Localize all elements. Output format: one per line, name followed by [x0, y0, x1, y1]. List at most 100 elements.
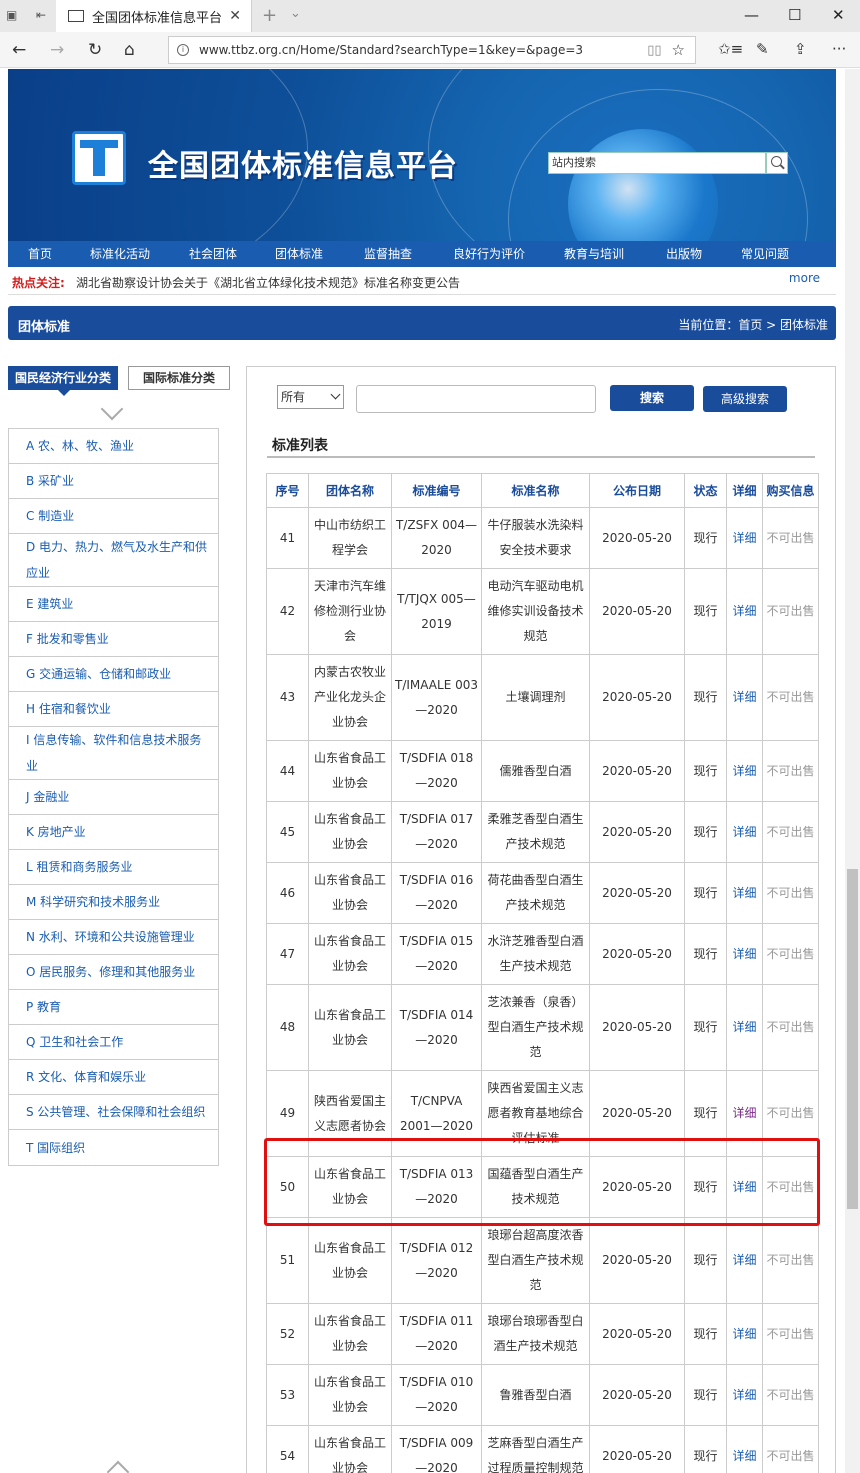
publish-date: 2020-05-20 [589, 862, 685, 924]
detail-link[interactable]: 详细 [726, 1217, 763, 1304]
breadcrumb[interactable]: 当前位置：首页 > 团体标准 [678, 316, 828, 333]
site-logo-icon[interactable] [72, 131, 126, 185]
category-item[interactable]: H 住宿和餐饮业 [9, 692, 218, 727]
detail-link[interactable]: 详细 [726, 654, 763, 741]
nav-group-standards[interactable]: 团体标准 [258, 241, 340, 267]
reading-view-icon[interactable]: ▯▯ [647, 43, 661, 58]
nav-home[interactable]: 首页 [8, 241, 72, 267]
publish-date: 2020-05-20 [589, 801, 685, 863]
detail-link[interactable]: 详细 [726, 740, 763, 802]
chevron-down-icon[interactable] [100, 397, 124, 421]
tab-actions-icon[interactable]: ▣ [6, 8, 24, 22]
forward-icon[interactable]: → [50, 40, 64, 60]
favorite-star-icon[interactable]: ☆ [672, 41, 685, 59]
pen-icon[interactable]: ✎ [756, 40, 769, 58]
search-button[interactable]: 搜索 [610, 385, 694, 411]
advanced-search-button[interactable]: 高级搜索 [703, 386, 787, 412]
category-item[interactable]: A 农、林、牧、渔业 [9, 429, 218, 464]
detail-link[interactable]: 详细 [726, 984, 763, 1071]
back-icon[interactable]: ← [12, 40, 26, 60]
org-name: 山东省食品工业协会 [308, 1156, 392, 1218]
browser-tab[interactable]: 全国团体标准信息平台 ✕ [56, 0, 252, 32]
scrollbar-thumb[interactable] [847, 869, 858, 1209]
detail-link[interactable]: 详细 [726, 1425, 763, 1473]
detail-link[interactable]: 详细 [726, 507, 763, 569]
status: 现行 [684, 654, 727, 741]
purchase-info: 不可出售 [762, 1156, 819, 1218]
site-search-input[interactable]: 站内搜索 [548, 152, 766, 174]
refresh-icon[interactable]: ↻ [88, 40, 102, 60]
share-icon[interactable]: ⇪ [794, 40, 807, 58]
detail-link[interactable]: 详细 [726, 1303, 763, 1365]
nav-publications[interactable]: 出版物 [646, 241, 722, 267]
detail-link[interactable]: 详细 [726, 862, 763, 924]
table-row: 52 山东省食品工业协会 T/SDFIA 011—2020 琅琊台琅琊香型白酒生产技术… [266, 1303, 819, 1365]
category-item[interactable]: O 居民服务、修理和其他服务业 [9, 955, 218, 990]
tab-close-icon[interactable]: ✕ [229, 8, 241, 24]
minimize-icon[interactable]: — [744, 6, 759, 24]
standard-name: 儒雅香型白酒 [481, 740, 590, 802]
favorites-list-icon[interactable]: ✩≡ [718, 40, 743, 58]
page-scrollbar[interactable] [845, 69, 860, 1473]
close-window-icon[interactable]: ✕ [832, 6, 845, 24]
col-header: 状态 [684, 473, 727, 508]
home-icon[interactable]: ⌂ [124, 40, 135, 60]
url-field[interactable]: i www.ttbz.org.cn/Home/Standard?searchTy… [168, 36, 696, 64]
publish-date: 2020-05-20 [589, 1156, 685, 1218]
table-row: 44 山东省食品工业协会 T/SDFIA 018—2020 儒雅香型白酒 2020-05… [266, 740, 819, 802]
category-item[interactable]: J 金融业 [9, 780, 218, 815]
nav-standardization[interactable]: 标准化活动 [72, 241, 168, 267]
nav-social-groups[interactable]: 社会团体 [168, 241, 258, 267]
category-item[interactable]: K 房地产业 [9, 815, 218, 850]
more-menu-icon[interactable]: ··· [832, 40, 846, 58]
site-info-icon[interactable]: i [177, 44, 189, 56]
org-name: 内蒙古农牧业产业化龙头企业协会 [308, 654, 392, 741]
category-item[interactable]: R 文化、体育和娱乐业 [9, 1060, 218, 1095]
new-tab-icon[interactable]: + [262, 5, 277, 26]
category-item[interactable]: F 批发和零售业 [9, 622, 218, 657]
detail-link[interactable]: 详细 [726, 568, 763, 655]
category-item[interactable]: S 公共管理、社会保障和社会组织 [9, 1095, 218, 1130]
purchase-info: 不可出售 [762, 1364, 819, 1426]
detail-link[interactable]: 详细 [726, 1364, 763, 1426]
category-item[interactable]: B 采矿业 [9, 464, 218, 499]
category-item[interactable]: M 科学研究和技术服务业 [9, 885, 218, 920]
more-link[interactable]: more [789, 271, 820, 285]
row-index: 53 [266, 1364, 309, 1426]
maximize-icon[interactable]: ☐ [788, 6, 801, 24]
category-item[interactable]: D 电力、热力、燃气及水生产和供应业 [9, 534, 218, 587]
category-item[interactable]: E 建筑业 [9, 587, 218, 622]
tab-dropdown-icon[interactable]: ⌄ [290, 6, 301, 21]
nav-faq[interactable]: 常见问题 [722, 241, 808, 267]
detail-link[interactable]: 详细 [726, 1156, 763, 1218]
detail-link[interactable]: 详细 [726, 923, 763, 985]
detail-link[interactable]: 详细 [726, 801, 763, 863]
org-name: 陕西省爱国主义志愿者协会 [308, 1070, 392, 1157]
tab-international-standard[interactable]: 国际标准分类 [128, 366, 230, 390]
url-text[interactable]: www.ttbz.org.cn/Home/Standard?searchType… [199, 43, 647, 57]
category-item[interactable]: Q 卫生和社会工作 [9, 1025, 218, 1060]
category-item[interactable]: C 制造业 [9, 499, 218, 534]
tab-back-icon[interactable]: ⇤ [36, 8, 54, 22]
site-search-button[interactable] [766, 152, 788, 174]
row-index: 51 [266, 1217, 309, 1304]
hot-news-link[interactable]: 湖北省勘察设计协会关于《湖北省立体绿化技术规范》标准名称变更公告 [76, 274, 460, 291]
category-item[interactable]: I 信息传输、软件和信息技术服务业 [9, 727, 218, 780]
standard-code: T/SDFIA 017—2020 [391, 801, 482, 863]
nav-education[interactable]: 教育与培训 [542, 241, 646, 267]
category-item[interactable]: G 交通运输、仓储和邮政业 [9, 657, 218, 692]
tab-title: 全国团体标准信息平台 [92, 10, 223, 26]
category-item[interactable]: N 水利、环境和公共设施管理业 [9, 920, 218, 955]
nav-supervision[interactable]: 监督抽查 [340, 241, 436, 267]
detail-link[interactable]: 详细 [726, 1070, 763, 1157]
table-row: 48 山东省食品工业协会 T/SDFIA 014—2020 芝浓兼香（泉香）型白酒生产… [266, 984, 819, 1071]
tab-national-industry[interactable]: 国民经济行业分类 [8, 366, 118, 396]
category-item[interactable]: P 教育 [9, 990, 218, 1025]
category-item[interactable]: L 租赁和商务服务业 [9, 850, 218, 885]
keyword-input[interactable] [356, 385, 596, 413]
filter-select[interactable]: 所有 [277, 385, 344, 409]
nav-good-conduct[interactable]: 良好行为评价 [436, 241, 542, 267]
table-row: 53 山东省食品工业协会 T/SDFIA 010—2020 鲁雅香型白酒 2020-05… [266, 1364, 819, 1426]
chevron-up-icon[interactable] [106, 1460, 130, 1473]
category-item[interactable]: T 国际组织 [9, 1130, 218, 1165]
